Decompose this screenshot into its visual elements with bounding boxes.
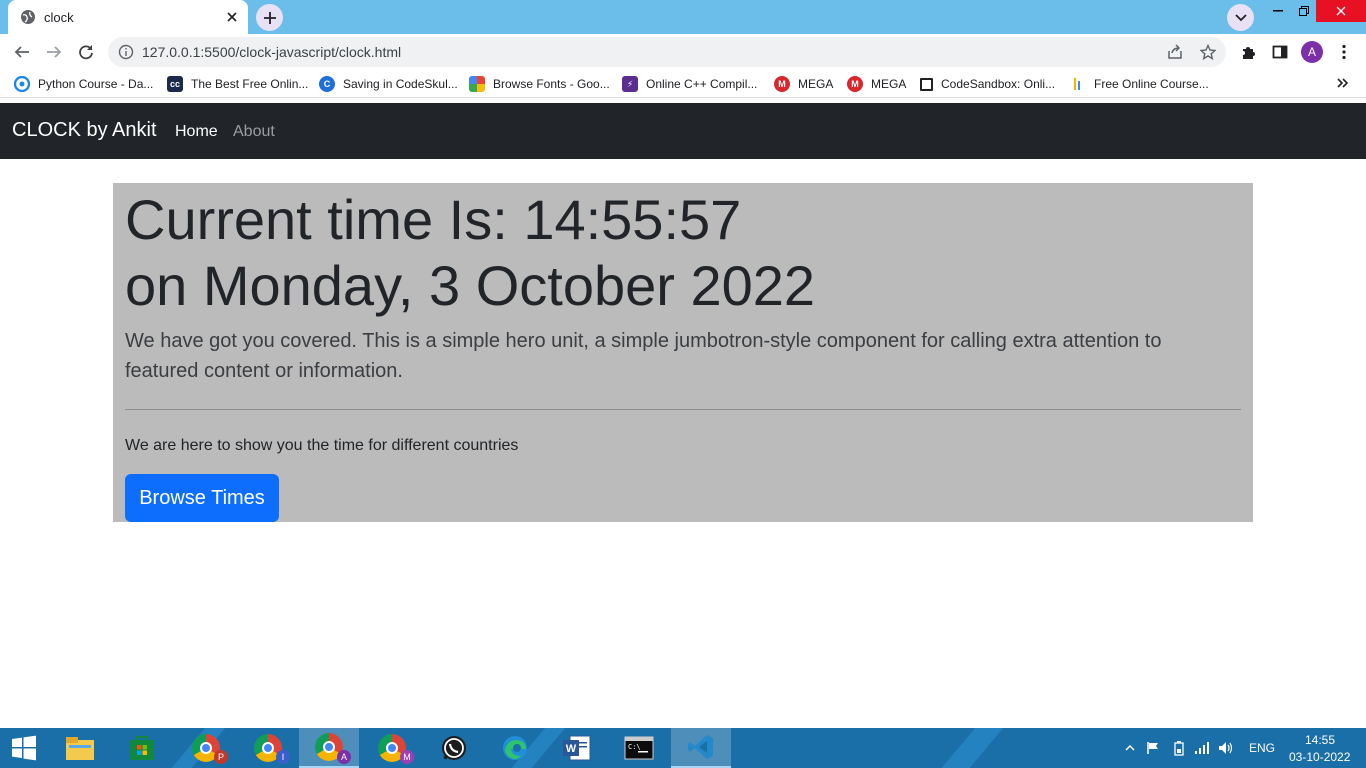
word-icon[interactable]: W — [547, 728, 607, 768]
profile-badge: I — [276, 750, 290, 764]
profile-badge: A — [337, 750, 351, 764]
mega-icon: M — [847, 76, 863, 92]
volume-icon[interactable] — [1218, 728, 1234, 768]
wallpaper-stripe — [924, 728, 1004, 768]
mega-icon: M — [774, 76, 790, 92]
chrome-profile-p-icon[interactable]: P — [176, 728, 236, 768]
bookmark-label: The Best Free Onlin... — [191, 77, 309, 91]
terminal-icon[interactable]: C:\ — [609, 728, 669, 768]
share-icon[interactable] — [1165, 42, 1185, 62]
tray-overflow-icon[interactable] — [1125, 728, 1135, 768]
bookmark-star-icon[interactable] — [1198, 42, 1218, 62]
edge-icon[interactable] — [485, 728, 545, 768]
bookmark-label: Python Course - Da... — [38, 77, 154, 91]
address-bar[interactable]: 127.0.0.1:5500/clock-javascript/clock.ht… — [108, 37, 1226, 67]
minimize-button[interactable] — [1265, 0, 1291, 22]
chrome-profile-i-icon[interactable]: I — [238, 728, 298, 768]
taskbar-clock-date[interactable]: 03-10-2022 — [1289, 750, 1350, 764]
bookmark-item[interactable]: M MEGA — [847, 75, 906, 93]
back-icon[interactable] — [8, 38, 36, 66]
chevron-double-right-icon[interactable] — [1334, 74, 1352, 92]
extensions-icon[interactable] — [1234, 38, 1262, 66]
battery-icon[interactable] — [1171, 728, 1187, 768]
lead-text: We have got you covered. This is a simpl… — [125, 330, 1162, 382]
codeskulptor-icon: C — [319, 76, 335, 92]
google-fonts-icon — [469, 76, 485, 92]
jumbotron: Current time Is: 14:55:57 on Monday, 3 O… — [113, 183, 1253, 522]
cc-icon: cc — [167, 76, 183, 92]
forward-icon[interactable] — [40, 38, 68, 66]
microsoft-store-icon[interactable] — [112, 728, 172, 768]
profile-badge: M — [400, 750, 414, 764]
chrome-profile-m-icon[interactable]: M — [362, 728, 422, 768]
url-text: 127.0.0.1:5500/clock-javascript/clock.ht… — [142, 44, 402, 60]
bookmark-item[interactable]: Browse Fonts - Goo... — [469, 75, 610, 93]
bookmark-item[interactable]: cc The Best Free Onlin... — [167, 75, 308, 93]
bookmark-label: Free Online Course... — [1094, 77, 1209, 91]
profile-avatar[interactable]: A — [1301, 41, 1323, 63]
bookmark-label: Browse Fonts - Goo... — [493, 77, 610, 91]
svg-text:W: W — [566, 743, 577, 755]
divider — [125, 409, 1241, 410]
whatsapp-icon[interactable] — [424, 728, 484, 768]
bookmark-label: CodeSandbox: Onli... — [941, 77, 1056, 91]
subtext: We are here to show you the time for dif… — [125, 437, 519, 454]
bookmark-item[interactable]: CodeSandbox: Onli... — [920, 75, 1055, 93]
browser-toolbar: 127.0.0.1:5500/clock-javascript/clock.ht… — [0, 34, 1366, 70]
info-icon[interactable] — [118, 44, 134, 60]
bookmarks-bar: Python Course - Da... cc The Best Free O… — [0, 70, 1366, 98]
restore-button[interactable] — [1291, 0, 1317, 22]
bookmark-label: MEGA — [798, 77, 834, 91]
bookmark-item[interactable]: ⚡ Online C++ Compil... — [622, 75, 757, 93]
tab-strip: clock — [0, 0, 1366, 34]
lightning-icon: ⚡ — [622, 76, 638, 92]
bookmark-label: Saving in CodeSkul... — [343, 77, 458, 91]
codesandbox-icon — [920, 77, 933, 91]
start-button[interactable] — [0, 728, 48, 768]
bookmark-item[interactable]: Free Online Course... — [1070, 75, 1209, 93]
site-navbar: CLOCK by Ankit Home About — [0, 103, 1366, 159]
tab-close-icon[interactable] — [222, 7, 242, 27]
bookmark-item[interactable]: Python Course - Da... — [14, 75, 153, 93]
bookmark-label: Online C++ Compil... — [646, 77, 758, 91]
kebab-menu-icon[interactable] — [1330, 38, 1358, 66]
course-icon — [1070, 76, 1086, 92]
bookmark-item[interactable]: M MEGA — [774, 75, 833, 93]
nav-link-about[interactable]: About — [233, 123, 275, 141]
profile-badge: P — [214, 750, 228, 764]
file-explorer-icon[interactable] — [50, 728, 110, 768]
tab-title: clock — [44, 9, 74, 25]
nav-link-home[interactable]: Home — [175, 123, 218, 141]
reload-icon[interactable] — [72, 38, 100, 66]
flag-icon[interactable] — [1146, 728, 1160, 768]
svg-text:C:\: C:\ — [628, 743, 641, 751]
current-date-heading: on Monday, 3 October 2022 — [125, 254, 816, 317]
navbar-brand[interactable]: CLOCK by Ankit — [12, 119, 157, 142]
python-icon — [14, 76, 30, 92]
bookmark-item[interactable]: C Saving in CodeSkul... — [319, 75, 458, 93]
tab-clock[interactable]: clock — [8, 0, 248, 34]
bookmark-label: MEGA — [871, 77, 907, 91]
windows-icon — [12, 735, 36, 761]
chrome-profile-a-icon[interactable]: A — [299, 728, 359, 768]
side-panel-icon[interactable] — [1266, 38, 1294, 66]
tab-search-button[interactable] — [1227, 4, 1254, 31]
taskbar: P I A M W C:\ ENG 14:55 03-10-2022 — [0, 728, 1366, 768]
language-indicator[interactable]: ENG — [1249, 728, 1275, 768]
network-signal-icon[interactable] — [1194, 728, 1210, 768]
taskbar-clock-time[interactable]: 14:55 — [1305, 733, 1335, 747]
new-tab-button[interactable] — [256, 4, 283, 31]
current-time-heading: Current time Is: 14:55:57 — [125, 188, 742, 251]
vscode-icon[interactable] — [671, 728, 731, 768]
browse-times-button[interactable]: Browse Times — [125, 474, 279, 522]
window-close-button[interactable] — [1316, 0, 1366, 22]
globe-icon — [20, 9, 36, 25]
